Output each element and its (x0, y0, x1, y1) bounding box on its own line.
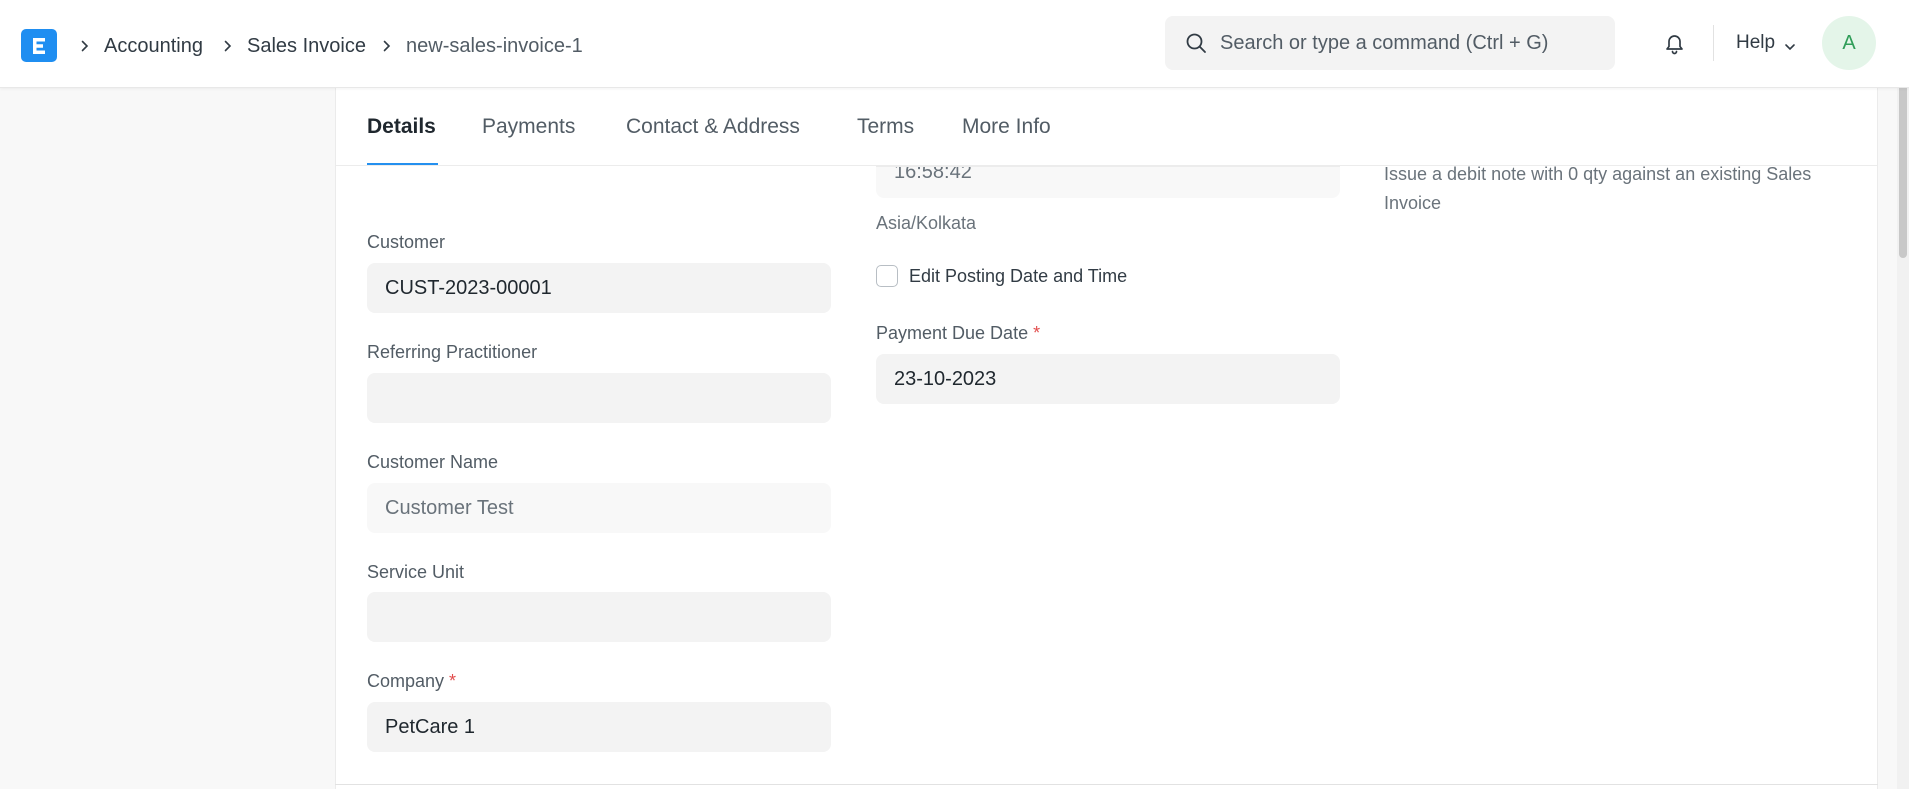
active-tab-indicator (367, 163, 438, 165)
bell-icon[interactable] (1661, 30, 1688, 57)
customer-name-label: Customer Name (367, 452, 499, 472)
customer-name-value: Customer Test (385, 497, 514, 519)
required-marker: * (449, 671, 457, 691)
required-marker: * (1033, 323, 1041, 343)
tab-bar-overlap-edge (876, 166, 1340, 167)
debit-note-help-text: Issue a debit note with 0 qty against an… (1384, 164, 1812, 213)
form-card: Details Payments Contact & Address Terms… (335, 88, 1878, 789)
chevron-right-icon (79, 33, 91, 59)
tab-payments[interactable]: Payments (482, 112, 575, 142)
navbar-divider (1713, 25, 1714, 61)
avatar[interactable]: A (1822, 16, 1876, 70)
help-label: Help (1736, 32, 1776, 53)
app-logo-icon[interactable] (21, 29, 57, 62)
chevron-right-icon (222, 33, 234, 59)
navbar: Accounting Sales Invoice new-sales-invoi… (0, 0, 1909, 88)
company-label: Company * (367, 671, 457, 691)
customer-label: Customer (367, 232, 446, 252)
tab-terms[interactable]: Terms (857, 112, 914, 142)
payment-due-date-field[interactable]: 23-10-2023 (876, 354, 1340, 404)
breadcrumb-accounting[interactable]: Accounting (104, 29, 203, 63)
form-tabs: Details Payments Contact & Address Terms… (336, 88, 1877, 166)
breadcrumb-sales-invoice[interactable]: Sales Invoice (247, 29, 366, 63)
customer-value: CUST-2023-00001 (385, 277, 552, 299)
search-bar[interactable]: Search or type a command (Ctrl + G) (1165, 16, 1615, 70)
card-bottom-border (335, 784, 1878, 785)
timezone-text: Asia/Kolkata (876, 213, 977, 233)
service-unit-field[interactable] (367, 592, 831, 642)
payment-due-date-label: Payment Due Date * (876, 323, 1041, 343)
customer-name-field: Customer Test (367, 483, 831, 533)
scrollbar-thumb[interactable] (1899, 72, 1907, 258)
search-placeholder: Search or type a command (Ctrl + G) (1220, 32, 1549, 54)
company-field[interactable]: PetCare 1 (367, 702, 831, 752)
company-value: PetCare 1 (385, 716, 476, 738)
help-dropdown[interactable]: Help (1736, 30, 1797, 56)
edit-posting-checkbox[interactable] (876, 265, 898, 287)
tab-more-info[interactable]: More Info (962, 112, 1051, 142)
referring-practitioner-label: Referring Practitioner (367, 342, 538, 362)
chevron-down-icon (1783, 36, 1797, 51)
referring-practitioner-field[interactable] (367, 373, 831, 423)
payment-due-date-value: 23-10-2023 (894, 368, 997, 390)
tab-contact-address[interactable]: Contact & Address (626, 112, 800, 142)
edit-posting-label[interactable]: Edit Posting Date and Time (909, 263, 1127, 289)
page-scrollbar[interactable] (1897, 70, 1909, 789)
search-icon (1185, 32, 1207, 54)
customer-field[interactable]: CUST-2023-00001 (367, 263, 831, 313)
breadcrumb-current-doc: new-sales-invoice-1 (406, 34, 583, 57)
chevron-right-icon (381, 33, 393, 59)
tab-details[interactable]: Details (367, 112, 436, 142)
service-unit-label: Service Unit (367, 562, 465, 582)
